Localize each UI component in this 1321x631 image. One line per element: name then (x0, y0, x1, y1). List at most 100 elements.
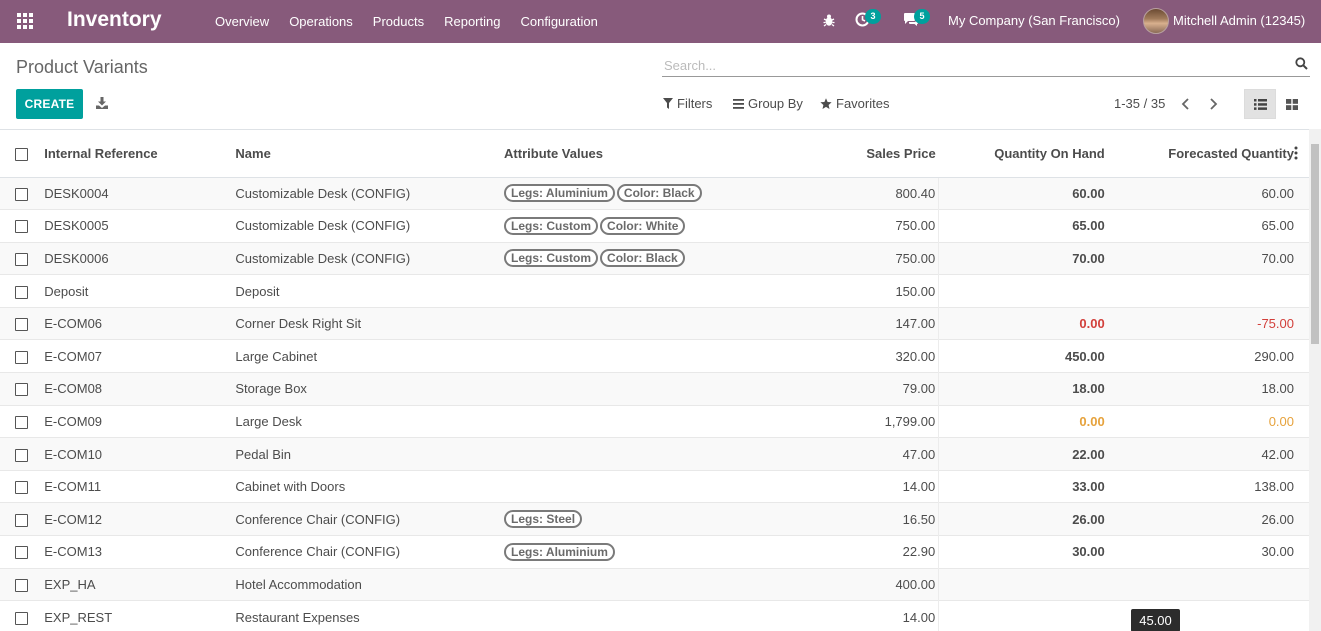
column-header-forecasted-quantity[interactable]: Forecasted Quantity (1107, 130, 1309, 178)
list-view-button[interactable] (1244, 89, 1276, 119)
column-header-internal-reference[interactable]: Internal Reference (40, 130, 232, 178)
attribute-tag: Legs: Aluminium (504, 184, 615, 203)
cell-attribute-values (500, 404, 782, 438)
list-view-icon (1253, 98, 1267, 110)
forecast-value: 65.00 (1261, 218, 1294, 234)
cell-internal-reference: EXP_HA (40, 567, 232, 601)
user-menu[interactable]: Mitchell Admin (12345) (1173, 13, 1305, 28)
apps-menu-icon[interactable] (17, 13, 33, 29)
messages-count-badge: 5 (914, 9, 930, 24)
cell-internal-reference: E-COM11 (40, 469, 232, 503)
user-avatar[interactable] (1143, 8, 1169, 34)
table-row[interactable]: E-COM07 Large Cabinet 320.00 450.00 290.00 (0, 339, 1309, 373)
optional-columns-icon[interactable] (1293, 146, 1299, 160)
cell-sales-price: 147.00 (781, 306, 940, 340)
row-checkbox[interactable] (15, 578, 28, 592)
table-row[interactable]: EXP_HA Hotel Accommodation 400.00 (0, 567, 1309, 601)
row-checkbox[interactable] (15, 415, 28, 429)
search-icon[interactable] (1295, 57, 1308, 70)
column-header-name[interactable]: Name (231, 130, 501, 178)
messaging-icon[interactable]: 5 (903, 9, 930, 30)
table-row[interactable]: E-COM13 Conference Chair (CONFIG) Legs: Al… (0, 535, 1309, 569)
row-checkbox[interactable] (15, 350, 28, 364)
pager-previous-icon[interactable] (1179, 97, 1193, 111)
forecast-value: 70.00 (1261, 250, 1294, 266)
quantity-value: 450.00 (1064, 348, 1105, 364)
row-select-cell (0, 306, 41, 340)
table-row[interactable]: Deposit Deposit 150.00 (0, 274, 1309, 308)
row-select-cell (0, 469, 41, 503)
cell-name: Conference Chair (CONFIG) (231, 535, 501, 569)
activity-icon[interactable]: 3 (855, 9, 881, 30)
table-row[interactable]: EXP_REST Restaurant Expenses 14.00 (0, 600, 1309, 631)
row-checkbox[interactable] (15, 318, 28, 332)
column-header-quantity-on-hand[interactable]: Quantity On Hand (938, 130, 1108, 178)
search-input[interactable] (662, 55, 1282, 75)
row-checkbox[interactable] (15, 448, 28, 462)
app-brand[interactable]: Inventory (67, 8, 162, 32)
cell-quantity-on-hand (938, 567, 1108, 601)
cell-name: Cabinet with Doors (231, 469, 501, 503)
quantity-value: 70.00 (1072, 250, 1105, 266)
favorites-button[interactable]: Favorites (820, 96, 889, 111)
vertical-scrollbar[interactable] (1309, 129, 1321, 631)
kanban-view-button[interactable] (1276, 89, 1308, 119)
menu-item-overview[interactable]: Overview (205, 0, 279, 43)
row-select-cell (0, 404, 41, 438)
filters-button[interactable]: Filters (663, 96, 712, 111)
debug-bug-icon[interactable] (822, 13, 836, 27)
row-checkbox[interactable] (15, 253, 28, 267)
row-checkbox[interactable] (15, 383, 28, 397)
company-switcher[interactable]: My Company (San Francisco) (948, 13, 1120, 28)
row-checkbox[interactable] (15, 546, 28, 560)
download-icon[interactable] (96, 97, 108, 109)
row-checkbox[interactable] (15, 513, 28, 527)
table-row[interactable]: E-COM10 Pedal Bin 47.00 22.00 42.00 (0, 437, 1309, 471)
cell-forecasted-quantity (1107, 567, 1309, 601)
table-row[interactable]: DESK0005 Customizable Desk (CONFIG) Legs: … (0, 209, 1309, 243)
table-row[interactable]: E-COM06 Corner Desk Right Sit 147.00 0.00 -7… (0, 306, 1309, 340)
pager-next-icon[interactable] (1206, 97, 1220, 111)
cell-attribute-values (500, 274, 782, 308)
cell-internal-reference: DESK0006 (40, 241, 232, 275)
cell-quantity-on-hand: 70.00 (938, 241, 1108, 275)
forecast-value: -75.00 (1257, 316, 1294, 332)
cell-internal-reference: DESK0005 (40, 209, 232, 243)
menu-item-operations[interactable]: Operations (279, 0, 363, 43)
column-header-attribute-values[interactable]: Attribute Values (500, 130, 782, 178)
cell-forecasted-quantity: 18.00 (1107, 372, 1309, 406)
table-row[interactable]: E-COM09 Large Desk 1,799.00 0.00 0.00 (0, 404, 1309, 438)
table-row[interactable]: E-COM08 Storage Box 79.00 18.00 18.00 (0, 372, 1309, 406)
row-select-cell (0, 177, 41, 210)
table-header-row: Internal Reference Name Attribute Values… (0, 130, 1309, 178)
select-all-checkbox[interactable] (15, 147, 28, 161)
table-row[interactable]: E-COM12 Conference Chair (CONFIG) Legs: St… (0, 502, 1309, 536)
column-header-sales-price[interactable]: Sales Price (781, 130, 939, 178)
cell-internal-reference: EXP_REST (40, 600, 232, 631)
row-checkbox[interactable] (15, 611, 28, 625)
cell-forecasted-quantity: 290.00 (1107, 339, 1309, 373)
menu-item-reporting[interactable]: Reporting (434, 0, 510, 43)
row-checkbox[interactable] (15, 285, 28, 299)
table-row[interactable]: DESK0006 Customizable Desk (CONFIG) Legs: … (0, 241, 1309, 275)
row-checkbox[interactable] (15, 187, 28, 201)
quantity-value: 26.00 (1072, 511, 1105, 527)
row-select-cell (0, 274, 41, 308)
row-checkbox[interactable] (15, 220, 28, 234)
pager-value[interactable]: 1-35 / 35 (1114, 96, 1165, 111)
row-checkbox[interactable] (15, 481, 28, 495)
create-button[interactable]: CREATE (16, 89, 83, 119)
menu-item-configuration[interactable]: Configuration (510, 0, 607, 43)
cell-quantity-on-hand: 0.00 (938, 306, 1108, 340)
forecast-value: 138.00 (1254, 479, 1294, 495)
cell-quantity-on-hand (938, 600, 1108, 631)
row-select-cell (0, 600, 41, 631)
scrollbar-thumb[interactable] (1311, 144, 1319, 344)
table-row[interactable]: DESK0004 Customizable Desk (CONFIG) Legs: … (0, 177, 1309, 210)
menu-item-products[interactable]: Products (363, 0, 434, 43)
cell-name: Corner Desk Right Sit (231, 306, 501, 340)
group-by-button[interactable]: Group By (733, 96, 803, 111)
attribute-tag: Legs: Custom (504, 216, 599, 235)
table-row[interactable]: E-COM11 Cabinet with Doors 14.00 33.00 138.0… (0, 469, 1309, 503)
forecast-value: 290.00 (1254, 348, 1294, 364)
